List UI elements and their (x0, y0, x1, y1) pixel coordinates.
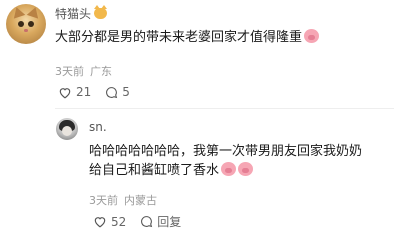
comment-bubble-icon (106, 86, 118, 98)
comment-bubble-icon (141, 216, 153, 228)
comment-text-line-1: 哈哈哈哈哈哈哈，我第一次带男朋友回家我奶奶 (89, 142, 362, 162)
comment-time: 3天前 (55, 65, 84, 78)
comment-actions: 21 5 (58, 85, 144, 99)
heart-icon (94, 217, 106, 228)
pig-face-emoji-icon (304, 29, 320, 43)
comment-text-line-2: 给自己和酱缸喷了香水 (89, 161, 254, 181)
like-count: 52 (111, 214, 127, 229)
divider (55, 108, 394, 109)
reply-button[interactable]: 5 (105, 85, 130, 99)
pig-face-emoji-icon (238, 162, 254, 176)
comment-body: 哈哈哈哈哈哈哈，我第一次带男朋友回家我奶奶 (89, 144, 363, 159)
comment-text: 大部分都是男的带未来老婆回家才值得隆重 (55, 28, 320, 48)
heart-icon (59, 87, 71, 98)
comment-time: 3天前 (89, 194, 118, 207)
comment-body: 给自己和酱缸喷了香水 (89, 163, 220, 178)
reply-label: 回复 (157, 215, 182, 229)
like-button[interactable]: 21 (58, 85, 91, 99)
comment-username[interactable]: sn. (89, 120, 107, 134)
username-text: 特猫头 (55, 7, 92, 21)
pig-face-emoji-icon (221, 162, 237, 176)
comment-body: 大部分都是男的带未来老婆回家才值得隆重 (55, 30, 303, 45)
comment-meta: 3天前 广东 (55, 63, 112, 79)
user-avatar[interactable] (6, 4, 46, 44)
like-count: 21 (76, 85, 92, 99)
comment-location: 广东 (90, 65, 112, 78)
comment-location: 内蒙古 (124, 194, 157, 207)
like-button[interactable]: 52 (93, 215, 126, 229)
user-avatar[interactable] (56, 118, 78, 140)
comment-meta: 3天前 内蒙古 (89, 192, 157, 208)
comment-thread: 特猫头 大部分都是男的带未来老婆回家才值得隆重 3天前 广东 21 5 sn. 哈… (0, 0, 394, 244)
reply-count: 5 (122, 85, 130, 99)
cat-face-emoji-icon (94, 5, 108, 19)
comment-actions: 52 回复 (93, 213, 195, 230)
username-text: sn. (89, 120, 107, 134)
comment-username[interactable]: 特猫头 (55, 5, 108, 22)
reply-button[interactable]: 回复 (140, 213, 181, 230)
